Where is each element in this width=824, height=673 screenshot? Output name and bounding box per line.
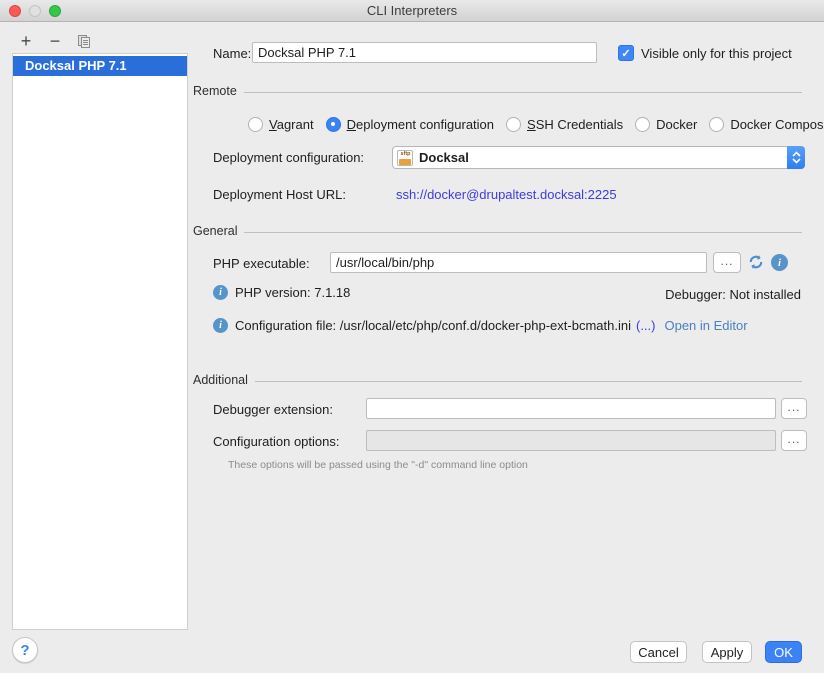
section-divider <box>244 92 802 93</box>
help-button[interactable]: ? <box>12 637 38 663</box>
deployment-host-url-value: ssh://docker@drupaltest.docksal:2225 <box>396 187 617 202</box>
chevron-down-icon <box>792 158 801 164</box>
checkmark-icon: ✓ <box>621 47 630 60</box>
options-note: These options will be passed using the "… <box>228 459 528 471</box>
radio-docker-compose[interactable]: Docker Compose <box>709 117 824 132</box>
radio-vagrant[interactable]: Vagrant <box>248 117 314 132</box>
copy-interpreter-icon[interactable] <box>74 31 94 51</box>
additional-section-header: Additional <box>193 373 802 387</box>
cancel-button[interactable]: Cancel <box>630 641 687 663</box>
deployment-host-url-label: Deployment Host URL: <box>213 187 346 202</box>
chevron-up-icon <box>792 151 801 157</box>
add-interpreter-button[interactable]: + <box>16 31 36 51</box>
name-label: Name: <box>213 46 251 61</box>
interpreter-list: Docksal PHP 7.1 <box>12 53 188 630</box>
debugger-extension-input[interactable] <box>366 398 776 419</box>
radio-circle-icon <box>635 117 650 132</box>
combo-stepper[interactable] <box>787 146 805 169</box>
visible-only-checkbox-label[interactable]: Visible only for this project <box>641 46 792 61</box>
minimize-window-button <box>29 5 41 17</box>
window-title: CLI Interpreters <box>0 0 824 21</box>
remote-section-header: Remote <box>193 84 802 98</box>
info-icon[interactable]: i <box>771 254 788 271</box>
radio-deployment-configuration-label: Deployment configuration <box>347 117 494 132</box>
configuration-file-text: Configuration file: /usr/local/etc/php/c… <box>235 318 631 333</box>
remove-interpreter-button[interactable]: − <box>45 31 65 51</box>
deployment-configuration-select[interactable]: sftp Docksal <box>392 146 805 169</box>
radio-ssh-credentials[interactable]: SSH Credentials <box>506 117 623 132</box>
interpreter-list-toolbar: + − <box>16 31 94 51</box>
radio-vagrant-label: Vagrant <box>269 117 314 132</box>
configuration-file-more-link[interactable]: (...) <box>636 318 656 333</box>
zoom-window-button[interactable] <box>49 5 61 17</box>
radio-circle-icon <box>506 117 521 132</box>
debugger-extension-label: Debugger extension: <box>213 402 333 417</box>
deployment-configuration-value: Docksal <box>419 150 469 165</box>
list-item-docksal-php[interactable]: Docksal PHP 7.1 <box>13 56 187 76</box>
info-icon: i <box>213 285 228 300</box>
sftp-icon: sftp <box>397 150 413 166</box>
info-icon: i <box>213 318 228 333</box>
php-executable-browse-button[interactable]: ... <box>713 252 741 273</box>
name-input[interactable] <box>252 42 597 63</box>
php-version-text: PHP version: 7.1.18 <box>235 285 350 300</box>
radio-docker-compose-label: Docker Compose <box>730 117 824 132</box>
reload-phpinfo-icon[interactable] <box>747 253 765 271</box>
debugger-status-text: Debugger: Not installed <box>665 287 801 302</box>
remote-section-title: Remote <box>193 84 237 98</box>
radio-selected-icon <box>326 117 341 132</box>
title-bar: CLI Interpreters <box>0 0 824 22</box>
configuration-file-row: i Configuration file: /usr/local/etc/php… <box>213 318 748 333</box>
php-version-row: i PHP version: 7.1.18 <box>213 285 350 300</box>
radio-docker-label: Docker <box>656 117 697 132</box>
deployment-configuration-label: Deployment configuration: <box>213 150 364 165</box>
question-mark-icon: ? <box>20 642 29 659</box>
section-divider <box>255 381 802 382</box>
configuration-options-input <box>366 430 776 451</box>
radio-docker[interactable]: Docker <box>635 117 697 132</box>
php-executable-input[interactable] <box>330 252 707 273</box>
configuration-options-browse-button[interactable]: ... <box>781 430 807 451</box>
radio-circle-icon <box>709 117 724 132</box>
general-section-title: General <box>193 224 237 238</box>
php-executable-label: PHP executable: <box>213 256 310 271</box>
additional-section-title: Additional <box>193 373 248 387</box>
apply-button[interactable]: Apply <box>702 641 752 663</box>
remote-type-radio-group: Vagrant Deployment configuration SSH Cre… <box>248 114 824 134</box>
debugger-extension-browse-button[interactable]: ... <box>781 398 807 419</box>
close-window-button[interactable] <box>9 5 21 17</box>
window-controls <box>9 5 61 17</box>
open-in-editor-link[interactable]: Open in Editor <box>664 318 747 333</box>
configuration-options-label: Configuration options: <box>213 434 339 449</box>
general-section-header: General <box>193 224 802 238</box>
radio-ssh-credentials-label: SSH Credentials <box>527 117 623 132</box>
ok-button[interactable]: OK <box>765 641 802 663</box>
radio-deployment-configuration[interactable]: Deployment configuration <box>326 117 494 132</box>
section-divider <box>244 232 802 233</box>
radio-circle-icon <box>248 117 263 132</box>
visible-only-checkbox[interactable]: ✓ <box>618 45 634 61</box>
